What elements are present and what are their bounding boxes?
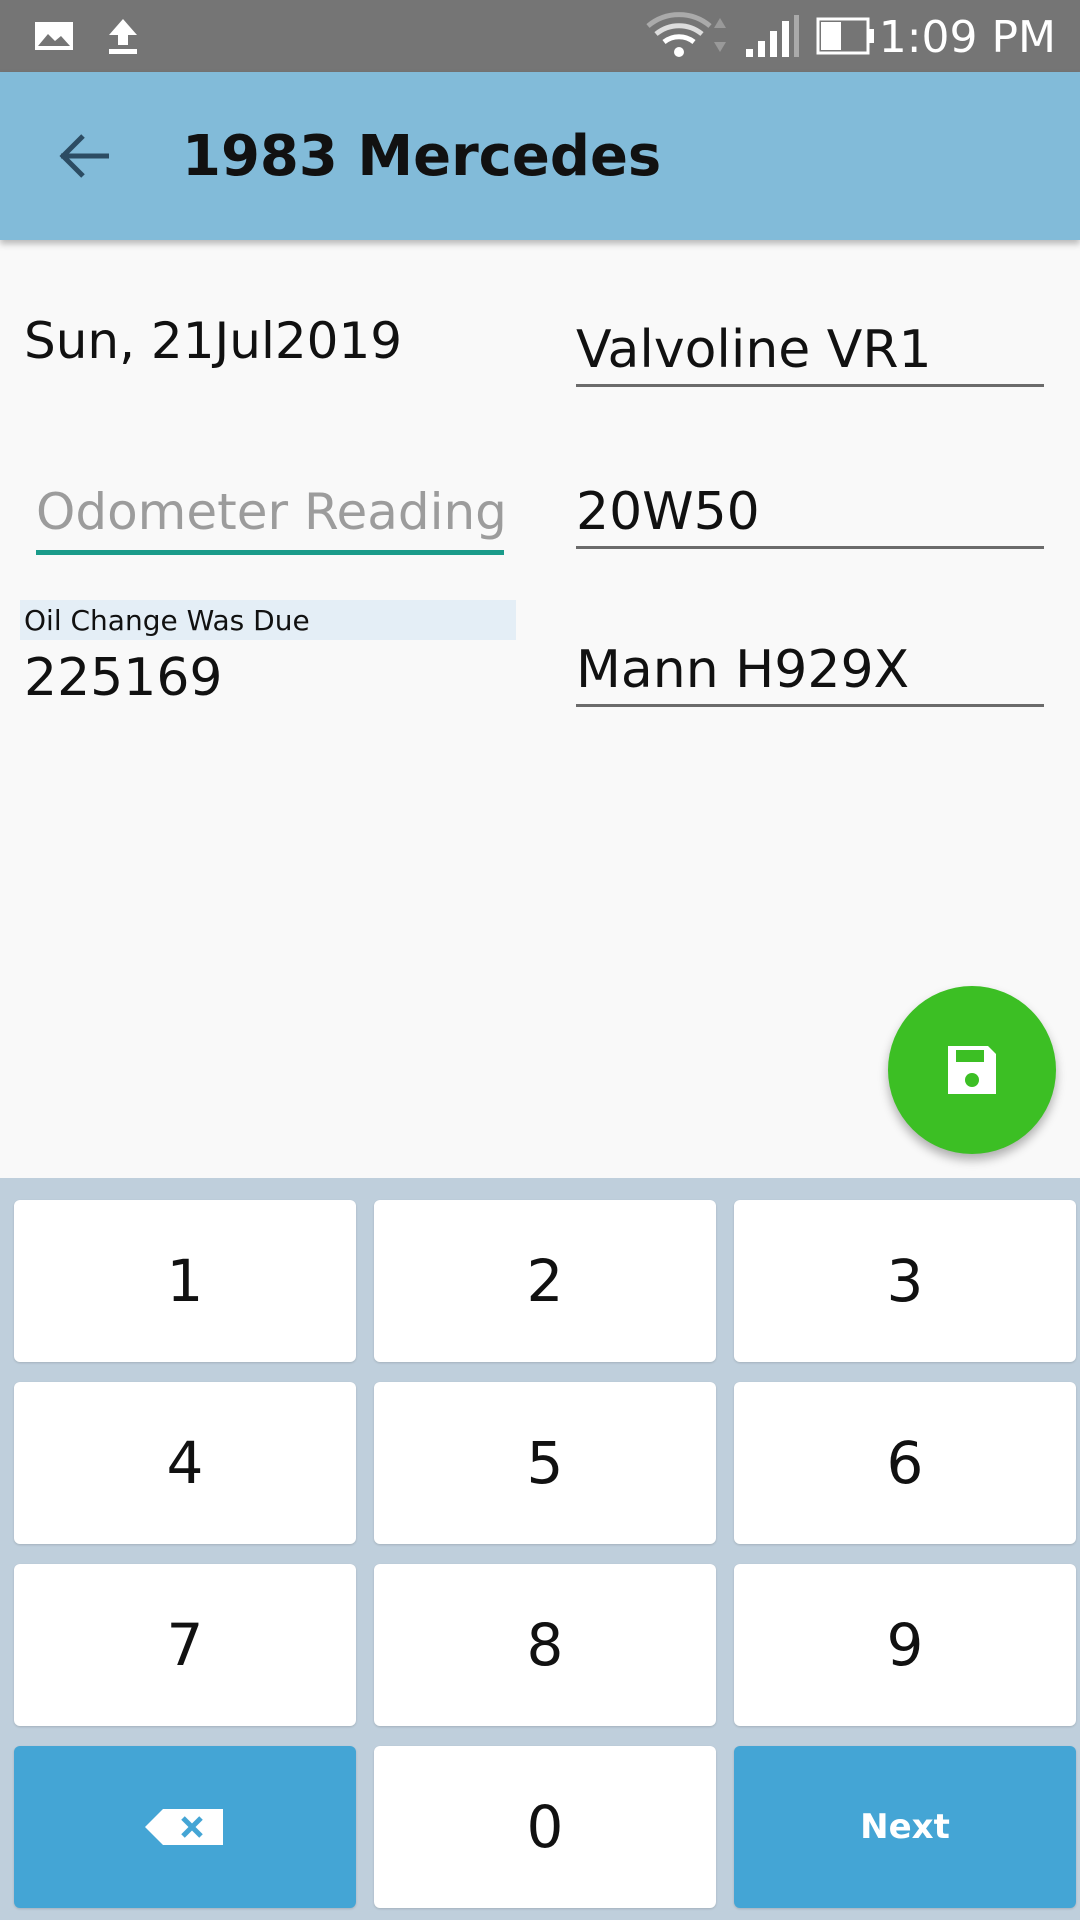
oil-filter-field[interactable]: Mann H929X <box>576 636 1044 707</box>
page-title: 1983 Mercedes <box>182 124 662 189</box>
key-3[interactable]: 3 <box>734 1200 1076 1362</box>
back-button[interactable] <box>44 116 124 196</box>
battery-icon <box>816 0 876 72</box>
key-0[interactable]: 0 <box>374 1746 716 1908</box>
app-bar: 1983 Mercedes <box>0 72 1080 240</box>
date-text[interactable]: Sun, 21Jul2019 <box>24 312 402 370</box>
odometer-input[interactable]: Odometer Reading <box>36 474 507 555</box>
oil-change-due-label: Oil Change Was Due <box>20 600 516 640</box>
backspace-icon <box>145 1809 223 1845</box>
key-6[interactable]: 6 <box>734 1382 1076 1544</box>
wifi-icon <box>646 0 730 72</box>
oil-change-due-value: 225169 <box>24 648 223 708</box>
back-arrow-icon <box>59 134 109 178</box>
key-1[interactable]: 1 <box>14 1200 356 1362</box>
status-bar: 1:09 PM <box>0 0 1080 72</box>
key-7[interactable]: 7 <box>14 1564 356 1726</box>
image-icon <box>34 0 74 72</box>
status-time: 1:09 PM <box>878 12 1056 63</box>
key-5[interactable]: 5 <box>374 1382 716 1544</box>
next-key[interactable]: Next <box>734 1746 1076 1908</box>
key-4[interactable]: 4 <box>14 1382 356 1544</box>
oil-brand-field[interactable]: Valvoline VR1 <box>576 316 1044 387</box>
save-button[interactable] <box>888 986 1056 1154</box>
backspace-key[interactable] <box>14 1746 356 1908</box>
upload-icon <box>106 0 140 72</box>
oil-grade-field[interactable]: 20W50 <box>576 478 1044 549</box>
signal-icon <box>744 0 800 72</box>
key-2[interactable]: 2 <box>374 1200 716 1362</box>
key-8[interactable]: 8 <box>374 1564 716 1726</box>
save-icon <box>948 1046 996 1094</box>
key-9[interactable]: 9 <box>734 1564 1076 1726</box>
